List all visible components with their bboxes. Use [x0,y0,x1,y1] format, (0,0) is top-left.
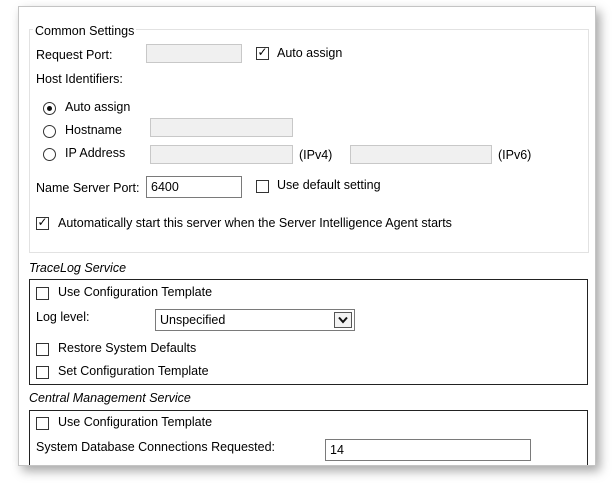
auto-assign-port-checkbox[interactable]: ✓ [256,45,269,60]
cms-section-title: Central Management Service [29,391,191,405]
ipv4-label: (IPv4) [299,148,333,162]
radio-selected-dot [47,106,52,111]
check-icon: ✓ [37,215,48,229]
radio-hostname-label: Hostname [65,123,122,137]
restore-defaults-label: Restore System Defaults [58,341,197,355]
ipv6-label: (IPv6) [498,148,532,162]
use-default-setting-checkbox[interactable] [256,180,269,193]
auto-assign-port-label: Auto assign [277,46,343,60]
use-default-setting-label: Use default setting [277,178,381,192]
set-template-checkbox[interactable] [36,366,49,379]
cms-use-template-label: Use Configuration Template [58,415,213,429]
ipv6-input[interactable] [350,145,492,164]
common-settings-title: Common Settings [33,23,137,39]
host-identifiers-label: Host Identifiers: [36,72,123,86]
name-server-port-label: Name Server Port: [36,181,140,195]
tracelog-section-title: TraceLog Service [29,261,127,275]
radio-auto-assign[interactable] [43,102,56,115]
radio-ip-address[interactable] [43,148,56,161]
db-connections-input[interactable]: 14 [325,439,531,461]
set-template-label: Set Configuration Template [58,364,209,378]
server-properties-panel: Common Settings Request Port: ✓ Auto ass… [18,6,596,466]
check-icon: ✓ [257,45,268,59]
db-connections-label: System Database Connections Requested: [36,440,276,454]
log-level-label: Log level: [36,310,90,324]
radio-ip-address-label: IP Address [65,146,126,160]
auto-start-checkbox[interactable]: ✓ [36,215,49,230]
tracelog-use-template-label: Use Configuration Template [58,285,213,299]
chevron-down-icon[interactable] [334,312,352,328]
request-port-label: Request Port: [36,48,113,62]
log-level-select[interactable]: Unspecified [155,309,355,331]
tracelog-use-template-checkbox[interactable] [36,287,49,300]
cms-use-template-checkbox[interactable] [36,417,49,430]
request-port-input[interactable] [146,44,242,63]
log-level-value: Unspecified [160,313,226,327]
restore-defaults-checkbox[interactable] [36,343,49,356]
radio-hostname[interactable] [43,125,56,138]
auto-start-label: Automatically start this server when the… [58,216,452,230]
name-server-port-input[interactable]: 6400 [146,176,242,198]
ipv4-input[interactable] [150,145,293,164]
radio-auto-assign-label: Auto assign [65,100,131,114]
hostname-input[interactable] [150,118,293,137]
